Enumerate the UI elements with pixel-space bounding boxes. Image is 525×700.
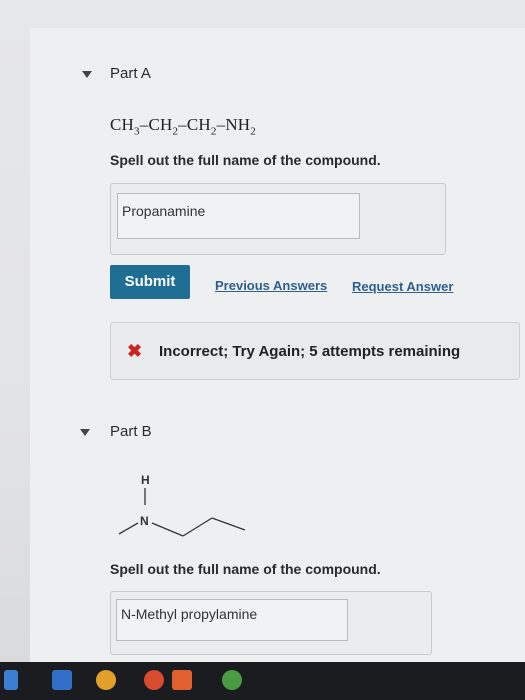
request-answer-link[interactable]: Request Answer (352, 279, 453, 294)
hydrogen-label: H (141, 473, 150, 487)
molecule-structure: H N (118, 473, 246, 537)
office-icon[interactable] (172, 670, 192, 690)
collapse-caret-icon[interactable] (82, 71, 92, 78)
part-b-answer-input[interactable]: N-Methyl propylamine (116, 599, 348, 641)
previous-answers-link[interactable]: Previous Answers (215, 278, 327, 293)
submit-button[interactable]: Submit (110, 265, 190, 299)
part-a-answer-input[interactable]: Propanamine (117, 193, 360, 239)
feedback-box: ✖ Incorrect; Try Again; 5 attempts remai… (110, 322, 520, 380)
propyl-bond-2 (182, 517, 213, 537)
windows-start-icon[interactable] (4, 670, 18, 690)
part-a-title[interactable]: Part A (110, 65, 151, 82)
part-b-prompt: Spell out the full name of the compound. (110, 561, 381, 577)
explorer-icon[interactable] (96, 670, 116, 690)
part-a-prompt: Spell out the full name of the compound. (110, 152, 381, 168)
part-b-title[interactable]: Part B (110, 423, 152, 440)
part-b-answer-container: N-Methyl propylamine (110, 591, 432, 655)
propyl-bond-3 (211, 517, 246, 531)
feedback-text: Incorrect; Try Again; 5 attempts remaini… (159, 343, 461, 360)
mail-icon[interactable] (52, 670, 72, 690)
taskbar (0, 662, 525, 700)
methyl-bond (118, 522, 139, 535)
chemical-formula: CH3–CH2–CH2–NH2 (110, 115, 256, 138)
chrome-icon[interactable] (144, 670, 164, 690)
nitrogen-label: N (140, 514, 149, 528)
incorrect-x-icon: ✖ (127, 341, 143, 361)
part-a-answer-container: Propanamine (110, 183, 446, 255)
collapse-caret-icon[interactable] (80, 429, 90, 436)
propyl-bond-1 (151, 522, 184, 537)
chrome-icon[interactable] (222, 670, 242, 690)
